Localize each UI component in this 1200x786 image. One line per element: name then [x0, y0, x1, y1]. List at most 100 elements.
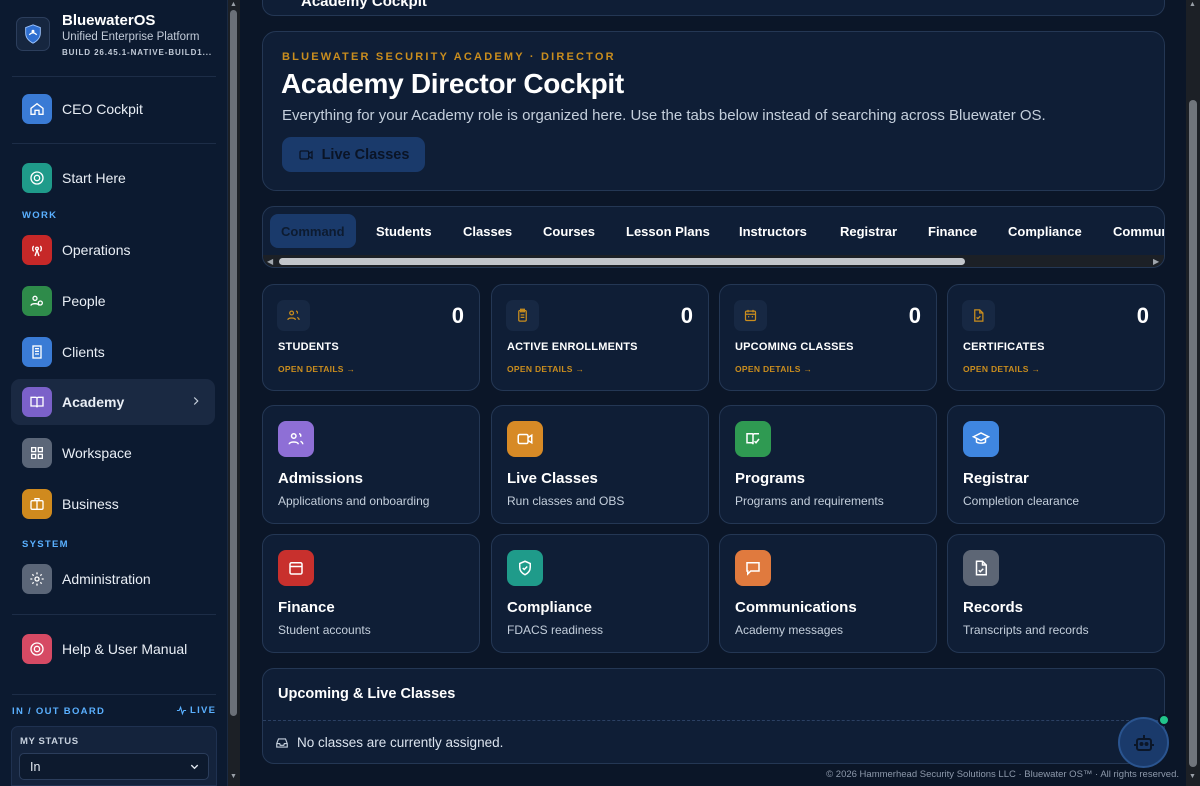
- stat-label: CERTIFICATES: [963, 341, 1045, 353]
- page-title: Academy Director Cockpit: [281, 68, 624, 99]
- sidebar-item-label: Workspace: [62, 445, 132, 461]
- sidebar-item-label: Business: [62, 496, 119, 512]
- antenna-icon: [22, 235, 52, 265]
- online-indicator: [1158, 714, 1170, 726]
- module-subtitle: Programs and requirements: [735, 494, 884, 508]
- in-out-board-title: IN / OUT BOARD: [12, 706, 106, 717]
- scroll-right-icon[interactable]: ▶: [1153, 257, 1159, 266]
- sidebar-item-label: Administration: [62, 571, 151, 587]
- main-content: Academy Cockpit BLUEWATER SECURITY ACADE…: [240, 0, 1186, 786]
- shield-check-icon: [507, 550, 543, 586]
- tab-bar-scrollbar-thumb[interactable]: [279, 258, 965, 265]
- tab-courses[interactable]: Courses: [532, 214, 606, 248]
- divider: [12, 143, 216, 144]
- open-details-link[interactable]: OPEN DETAILS →: [278, 364, 355, 374]
- inbox-icon: [276, 737, 288, 748]
- module-card-admissions[interactable]: Admissions Applications and onboarding: [262, 405, 480, 524]
- module-title: Compliance: [507, 599, 593, 616]
- module-card-records[interactable]: Records Transcripts and records: [947, 534, 1165, 653]
- sidebar-item-operations[interactable]: Operations: [11, 227, 215, 273]
- calendar-icon: [734, 300, 767, 331]
- sidebar-item-business[interactable]: Business: [11, 481, 215, 527]
- stat-card-students: 0 STUDENTS OPEN DETAILS →: [262, 284, 480, 391]
- module-card-registrar[interactable]: Registrar Completion clearance: [947, 405, 1165, 524]
- open-details-link[interactable]: OPEN DETAILS →: [963, 364, 1040, 374]
- main-scrollbar[interactable]: ▲ ▼: [1186, 0, 1200, 786]
- module-card-communications[interactable]: Communications Academy messages: [719, 534, 937, 653]
- sidebar-item-label: Operations: [62, 242, 131, 258]
- module-title: Live Classes: [507, 470, 598, 487]
- section-heading-system: SYSTEM: [22, 539, 69, 550]
- shield-logo-icon: [16, 17, 50, 51]
- video-icon: [298, 149, 313, 160]
- live-classes-button-label: Live Classes: [321, 146, 410, 163]
- my-status-label: MY STATUS: [20, 736, 79, 747]
- tab-command[interactable]: Command: [270, 214, 356, 248]
- pulse-icon: [176, 705, 187, 716]
- sidebar-item-help[interactable]: Help & User Manual: [11, 626, 215, 672]
- building-icon: [22, 337, 52, 367]
- section-heading-work: WORK: [22, 210, 58, 221]
- tab-instructors[interactable]: Instructors: [728, 214, 818, 248]
- open-details-link[interactable]: OPEN DETAILS →: [735, 364, 812, 374]
- open-details-link[interactable]: OPEN DETAILS →: [507, 364, 584, 374]
- tab-communications[interactable]: Communications: [1102, 214, 1164, 248]
- sidebar-item-people[interactable]: People: [11, 278, 215, 324]
- module-card-compliance[interactable]: Compliance FDACS readiness: [491, 534, 709, 653]
- grid-icon: [22, 438, 52, 468]
- module-title: Communications: [735, 599, 857, 616]
- sidebar-item-ceo-cockpit[interactable]: CEO Cockpit: [11, 86, 215, 132]
- sidebar-item-clients[interactable]: Clients: [11, 329, 215, 375]
- sidebar-scrollbar[interactable]: ▲ ▼: [228, 0, 240, 786]
- sidebar-item-start-here[interactable]: Start Here: [11, 155, 215, 201]
- people-icon: [22, 286, 52, 316]
- book-check-icon: [735, 421, 771, 457]
- my-status-value: In: [30, 759, 41, 774]
- sidebar-item-workspace[interactable]: Workspace: [11, 430, 215, 476]
- users-icon: [278, 421, 314, 457]
- divider: [12, 694, 216, 695]
- previous-panel: Academy Cockpit: [262, 0, 1165, 16]
- module-title: Programs: [735, 470, 806, 487]
- brand-title: BluewaterOS: [62, 12, 156, 29]
- tab-registrar[interactable]: Registrar: [829, 214, 908, 248]
- scroll-up-icon[interactable]: ▲: [1189, 1, 1196, 8]
- message-icon: [735, 550, 771, 586]
- wallet-icon: [278, 550, 314, 586]
- scroll-down-icon[interactable]: ▼: [230, 773, 237, 780]
- stat-value: 0: [451, 303, 464, 328]
- module-card-programs[interactable]: Programs Programs and requirements: [719, 405, 937, 524]
- tab-students[interactable]: Students: [365, 214, 443, 248]
- sidebar-scrollbar-thumb[interactable]: [230, 10, 237, 716]
- stat-value: 0: [680, 303, 693, 328]
- divider: [12, 76, 216, 77]
- module-card-live-classes[interactable]: Live Classes Run classes and OBS: [491, 405, 709, 524]
- scroll-up-icon[interactable]: ▲: [230, 1, 237, 8]
- chevron-down-icon: [189, 761, 200, 775]
- file-icon: [963, 550, 999, 586]
- page-description: Everything for your Academy role is orga…: [282, 107, 1046, 124]
- tab-classes[interactable]: Classes: [452, 214, 523, 248]
- brand-build: BUILD 26.45.1-NATIVE-BUILD1...: [62, 48, 212, 57]
- sidebar-item-label: Academy: [62, 394, 125, 410]
- tab-lesson-plans[interactable]: Lesson Plans: [615, 214, 721, 248]
- stat-value: 0: [908, 303, 921, 328]
- module-card-finance[interactable]: Finance Student accounts: [262, 534, 480, 653]
- module-title: Registrar: [963, 470, 1029, 487]
- my-status-select[interactable]: In: [19, 753, 209, 780]
- module-title: Admissions: [278, 470, 364, 487]
- sidebar-item-label: CEO Cockpit: [62, 101, 143, 117]
- sidebar-item-administration[interactable]: Administration: [11, 556, 215, 602]
- briefcase-icon: [22, 489, 52, 519]
- sidebar-item-academy[interactable]: Academy: [11, 379, 215, 425]
- gear-icon: [22, 564, 52, 594]
- scroll-left-icon[interactable]: ◀: [267, 257, 273, 266]
- tab-finance[interactable]: Finance: [917, 214, 988, 248]
- live-classes-button[interactable]: Live Classes: [282, 137, 425, 172]
- main-scrollbar-thumb[interactable]: [1189, 100, 1197, 767]
- stat-card-certificates: 0 CERTIFICATES OPEN DETAILS →: [947, 284, 1165, 391]
- lifebuoy-icon: [22, 163, 52, 193]
- tab-bar-scrollbar[interactable]: ◀ ▶: [263, 255, 1164, 267]
- tab-compliance[interactable]: Compliance: [997, 214, 1093, 248]
- scroll-down-icon[interactable]: ▼: [1189, 773, 1196, 780]
